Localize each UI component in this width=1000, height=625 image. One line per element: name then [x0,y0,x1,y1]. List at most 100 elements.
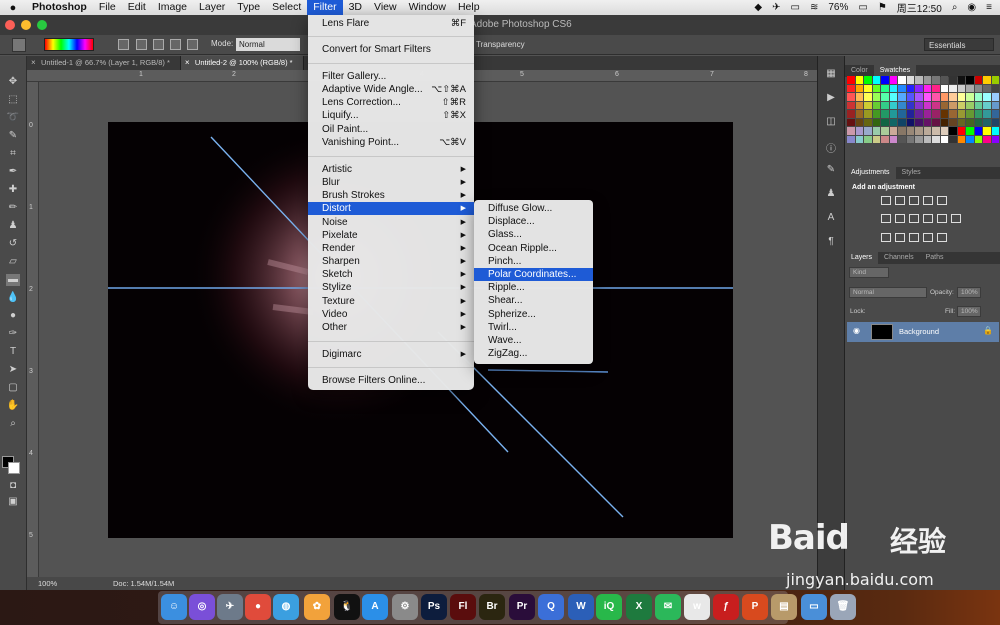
color-swatch[interactable] [966,101,974,109]
color-swatch[interactable] [949,101,957,109]
color-swatch[interactable] [872,127,880,135]
transparency-checkbox[interactable]: Transparency [476,40,525,49]
filter-menu-item-adaptive-wide-angle[interactable]: Adaptive Wide Angle... ⌥⇧⌘A [308,83,474,96]
color-swatch[interactable] [974,135,982,143]
filter-menu-item-artistic[interactable]: Artistic ▶ [308,163,474,176]
color-swatch[interactable] [889,84,897,92]
color-swatch[interactable] [949,93,957,101]
info-panel-icon[interactable]: ⓘ [824,140,838,155]
color-swatch[interactable] [940,118,948,126]
quick-select-tool-icon[interactable]: ✎ [6,130,20,142]
color-swatch[interactable] [881,101,889,109]
color-swatch[interactable] [855,135,863,143]
color-swatch[interactable] [915,76,923,84]
color-swatch[interactable] [974,84,982,92]
color-swatch[interactable] [991,101,999,109]
color-swatch[interactable] [966,110,974,118]
color-swatch[interactable] [872,101,880,109]
dock-fl-icon[interactable]: Fl [450,594,476,620]
filter-menu-item-sharpen[interactable]: Sharpen ▶ [308,255,474,268]
color-swatch[interactable] [932,101,940,109]
color-swatch[interactable] [974,93,982,101]
color-swatch[interactable] [983,110,991,118]
color-swatch[interactable] [915,118,923,126]
color-swatch[interactable] [957,110,965,118]
eyedropper-tool-icon[interactable]: ✒ [6,166,20,178]
color-swatch[interactable] [872,84,880,92]
tab-adjustments[interactable]: Adjustments [845,167,896,179]
color-swatch[interactable] [940,93,948,101]
color-swatch[interactable] [932,110,940,118]
color-swatch[interactable] [889,110,897,118]
color-swatch[interactable] [847,110,855,118]
filter-menu-item-sketch[interactable]: Sketch ▶ [308,268,474,281]
color-swatch[interactable] [923,135,931,143]
close-window-button[interactable] [5,20,15,30]
filter-menu-item-vanishing-point[interactable]: Vanishing Point... ⌥⌘V [308,136,474,149]
color-swatch[interactable] [966,135,974,143]
color-swatch[interactable] [855,101,863,109]
color-swatch[interactable] [991,93,999,101]
color-swatch[interactable] [974,101,982,109]
angle-gradient-icon[interactable] [153,39,164,50]
color-swatch[interactable] [923,93,931,101]
color-swatch[interactable] [906,118,914,126]
color-swatch[interactable] [889,93,897,101]
color-swatch[interactable] [847,127,855,135]
color-swatch[interactable] [932,93,940,101]
dock-iqiyi-icon[interactable]: iQ [596,594,622,620]
spotlight-icon[interactable]: ⌕ [952,2,958,13]
color-swatch[interactable] [923,84,931,92]
channel-mixer-icon[interactable] [937,214,947,223]
color-swatch[interactable] [915,135,923,143]
color-swatch[interactable] [957,101,965,109]
color-swatch[interactable] [949,76,957,84]
distort-item-twirl[interactable]: Twirl... [474,321,593,334]
color-swatch[interactable] [898,118,906,126]
color-swatch[interactable] [983,127,991,135]
hand-tool-icon[interactable]: ✋ [6,400,20,412]
color-swatch[interactable] [906,84,914,92]
color-swatch[interactable] [940,127,948,135]
distort-item-polar-coordinates[interactable]: Polar Coordinates... [474,268,593,282]
menu-type[interactable]: Type [231,0,266,15]
menu-image[interactable]: Image [152,0,193,15]
color-swatch[interactable] [983,76,991,84]
color-swatch[interactable] [855,118,863,126]
gradient-picker[interactable] [44,38,94,51]
exposure-icon[interactable] [923,196,933,205]
layer-filter-kind[interactable]: Kind [849,267,889,278]
dock-photos-icon[interactable]: ✿ [304,594,330,620]
filter-menu-item-lens-flare[interactable]: Lens Flare ⌘F [308,17,474,30]
pen-tool-icon[interactable]: ✑ [6,328,20,340]
menu-layer[interactable]: Layer [193,0,231,15]
threshold-icon[interactable] [909,233,919,242]
color-swatch[interactable] [864,93,872,101]
color-swatch[interactable] [957,127,965,135]
color-swatch[interactable] [898,127,906,135]
color-swatch[interactable] [966,118,974,126]
filter-menu-item-lens-correction[interactable]: Lens Correction... ⇧⌘R [308,96,474,109]
color-swatch[interactable] [932,84,940,92]
filter-menu-item-browse-filters-online[interactable]: Browse Filters Online... [308,374,474,387]
color-swatch[interactable] [872,118,880,126]
dock-app-store-icon[interactable]: A [362,594,388,620]
history-brush-tool-icon[interactable]: ↺ [6,238,20,250]
color-swatch[interactable] [949,135,957,143]
color-swatch[interactable] [881,84,889,92]
color-swatch[interactable] [906,135,914,143]
dock-wechat-icon[interactable]: ✉ [655,594,681,620]
color-swatch[interactable] [855,93,863,101]
color-swatch[interactable] [881,135,889,143]
color-swatch[interactable] [974,127,982,135]
color-swatch[interactable] [889,127,897,135]
color-swatch[interactable] [906,101,914,109]
visibility-eye-icon[interactable]: ◉ [853,326,860,335]
filter-menu-item-oil-paint[interactable]: Oil Paint... [308,123,474,136]
dock-ps-icon[interactable]: Ps [421,594,447,620]
color-swatch[interactable] [932,135,940,143]
filter-menu-item-brush-strokes[interactable]: Brush Strokes ▶ [308,189,474,202]
color-swatch[interactable] [940,135,948,143]
distort-item-ripple[interactable]: Ripple... [474,281,593,294]
minimize-window-button[interactable] [21,20,31,30]
